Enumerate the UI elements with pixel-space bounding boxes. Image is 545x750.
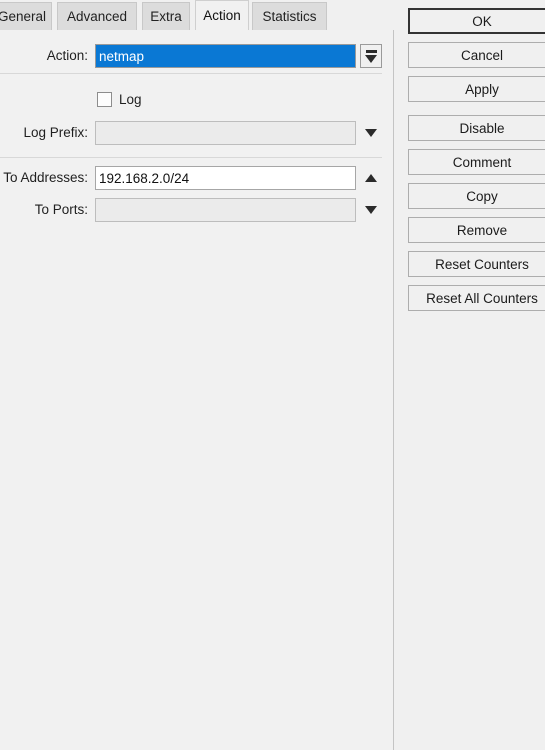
log-checkbox[interactable] (97, 92, 112, 107)
remove-button-label: Remove (456, 222, 508, 238)
to-addresses-input[interactable]: 192.168.2.0/24 (95, 166, 356, 190)
tab-action-label: Action (203, 8, 241, 23)
reset-all-counters-button[interactable]: Reset All Counters (408, 285, 545, 311)
divider-before-to-addresses (0, 157, 382, 158)
to-addresses-value: 192.168.2.0/24 (99, 170, 190, 186)
tab-general[interactable]: General (0, 2, 52, 30)
to-ports-expand-button[interactable] (360, 198, 382, 222)
tab-general-label: General (0, 9, 47, 24)
action-label: Action: (46, 48, 88, 63)
log-prefix-label: Log Prefix: (23, 125, 88, 140)
disable-button[interactable]: Disable (408, 115, 545, 141)
ok-button-label: OK (472, 13, 492, 29)
reset-counters-button-label: Reset Counters (435, 256, 529, 272)
log-prefix-expand-button[interactable] (360, 121, 382, 145)
divider-after-action (0, 73, 382, 74)
cancel-button[interactable]: Cancel (408, 42, 545, 68)
to-ports-label: To Ports: (34, 202, 88, 217)
chevron-up-icon (365, 174, 377, 182)
reset-all-counters-button-label: Reset All Counters (426, 290, 538, 306)
tab-advanced[interactable]: Advanced (57, 2, 137, 30)
action-form-pane: Action: netmap Log Log Prefix: To Addres… (0, 30, 393, 750)
cancel-button-label: Cancel (460, 47, 504, 63)
comment-button-label: Comment (452, 154, 512, 170)
tab-statistics[interactable]: Statistics (252, 2, 327, 30)
chevron-down-icon (365, 54, 377, 63)
log-checkbox-label: Log (119, 92, 142, 107)
tab-action[interactable]: Action (195, 0, 249, 30)
action-input[interactable]: netmap (95, 44, 356, 68)
tab-extra-label: Extra (150, 9, 182, 24)
combo-expand-bar-icon (365, 49, 377, 53)
tab-advanced-label: Advanced (66, 9, 128, 24)
button-panel: OK Cancel Apply Disable Comment Copy Rem… (394, 0, 545, 750)
copy-button-label: Copy (466, 188, 498, 204)
apply-button-label: Apply (465, 81, 499, 97)
reset-counters-button[interactable]: Reset Counters (408, 251, 545, 277)
action-dropdown-button[interactable] (360, 44, 382, 68)
disable-button-label: Disable (459, 120, 505, 136)
apply-button[interactable]: Apply (408, 76, 545, 102)
comment-button[interactable]: Comment (408, 149, 545, 175)
log-checkbox-row[interactable]: Log (97, 92, 142, 107)
chevron-down-icon (365, 206, 377, 214)
remove-button[interactable]: Remove (408, 217, 545, 243)
ok-button[interactable]: OK (408, 8, 545, 34)
tab-extra[interactable]: Extra (142, 2, 190, 30)
copy-button[interactable]: Copy (408, 183, 545, 209)
to-addresses-label: To Addresses: (3, 170, 88, 185)
action-input-value: netmap (99, 48, 145, 64)
log-prefix-input[interactable] (95, 121, 356, 145)
to-addresses-collapse-button[interactable] (360, 166, 382, 190)
to-ports-input[interactable] (95, 198, 356, 222)
chevron-down-icon (365, 129, 377, 137)
tab-statistics-label: Statistics (262, 9, 317, 24)
